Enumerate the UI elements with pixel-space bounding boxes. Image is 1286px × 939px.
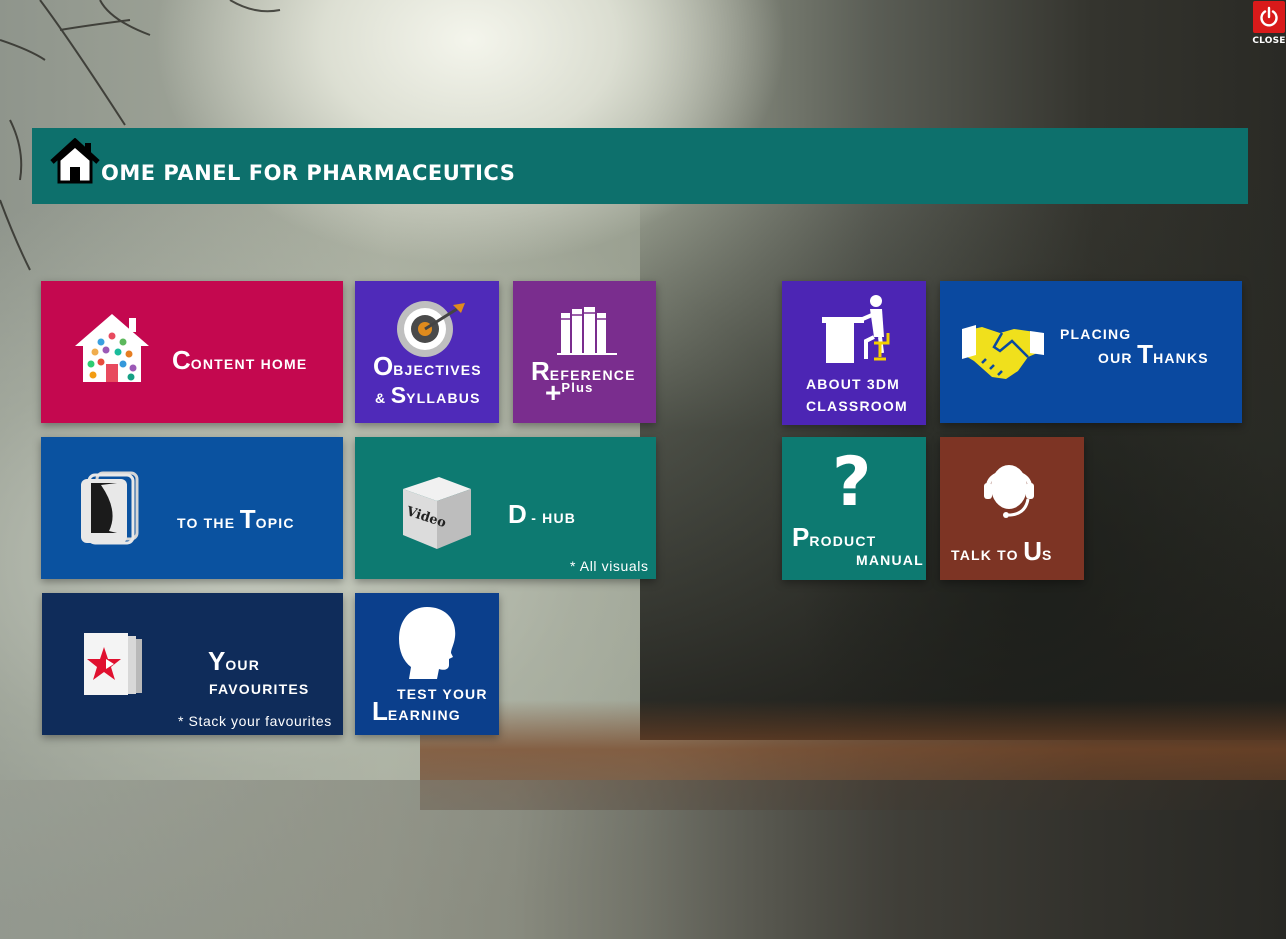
question-mark-icon: ? bbox=[832, 443, 872, 522]
d-hub-label: D - HUB bbox=[508, 499, 577, 529]
our-thanks-label: OUR THANKS bbox=[1098, 339, 1209, 369]
your-label: YOUR bbox=[208, 646, 261, 676]
about-3dm-classroom-tile[interactable]: ABOUT 3DM CLASSROOM bbox=[782, 281, 926, 425]
classroom-label: CLASSROOM bbox=[806, 398, 908, 414]
product-label: PRODUCT bbox=[792, 522, 877, 552]
video-box-icon: Video bbox=[399, 475, 475, 556]
about-3dm-label: ABOUT 3DM bbox=[806, 376, 901, 392]
syllabus-label: & SYLLABUS bbox=[375, 382, 481, 408]
handshake-icon bbox=[962, 321, 1044, 386]
close-label: CLOSE bbox=[1252, 36, 1286, 46]
tablet-pages-icon bbox=[79, 471, 141, 550]
favourites-label: FAVOURITES bbox=[209, 681, 310, 697]
to-the-topic-tile[interactable]: TO THE TOPIC bbox=[41, 437, 343, 579]
talk-to-us-label: TALK TO US bbox=[951, 536, 1053, 566]
close-button[interactable]: CLOSE bbox=[1252, 1, 1286, 49]
plus-label: +Plus bbox=[545, 377, 594, 408]
head-profile-icon bbox=[397, 605, 459, 684]
placing-our-thanks-tile[interactable]: PLACING OUR THANKS bbox=[940, 281, 1242, 423]
your-favourites-tile[interactable]: YOUR FAVOURITES * Stack your favourites bbox=[42, 593, 343, 735]
home-panel-header: OME PANEL FOR PHARMACEUTICS bbox=[32, 128, 1248, 204]
test-your-learning-tile[interactable]: TEST YOUR LEARNING bbox=[355, 593, 499, 735]
favourites-star-icon bbox=[82, 631, 146, 702]
talk-to-us-tile[interactable]: TALK TO US bbox=[940, 437, 1084, 580]
d-hub-note: * All visuals bbox=[570, 558, 649, 574]
to-the-topic-label: TO THE TOPIC bbox=[177, 504, 295, 534]
books-icon bbox=[557, 303, 619, 360]
content-home-tile[interactable]: CONTENT HOME bbox=[41, 281, 343, 423]
favourites-note: * Stack your favourites bbox=[178, 713, 332, 729]
learning-label: LEARNING bbox=[372, 696, 461, 726]
headset-icon bbox=[984, 459, 1034, 524]
reference-plus-tile[interactable]: REFERENCE +Plus bbox=[513, 281, 656, 423]
colorful-house-icon bbox=[73, 312, 151, 389]
objectives-label: OBJECTIVES bbox=[373, 351, 482, 381]
home-icon bbox=[50, 137, 100, 188]
product-manual-tile[interactable]: ? PRODUCT MANUAL bbox=[782, 437, 926, 580]
manual-label: MANUAL bbox=[856, 552, 924, 568]
objectives-syllabus-tile[interactable]: OBJECTIVES & SYLLABUS bbox=[355, 281, 499, 423]
page-title: OME PANEL FOR PHARMACEUTICS bbox=[101, 161, 516, 185]
content-home-label: CONTENT HOME bbox=[172, 345, 308, 375]
student-desk-icon bbox=[822, 293, 894, 370]
d-hub-tile[interactable]: Video D - HUB * All visuals bbox=[355, 437, 656, 579]
background-lake bbox=[0, 780, 1286, 939]
power-icon bbox=[1253, 1, 1285, 33]
